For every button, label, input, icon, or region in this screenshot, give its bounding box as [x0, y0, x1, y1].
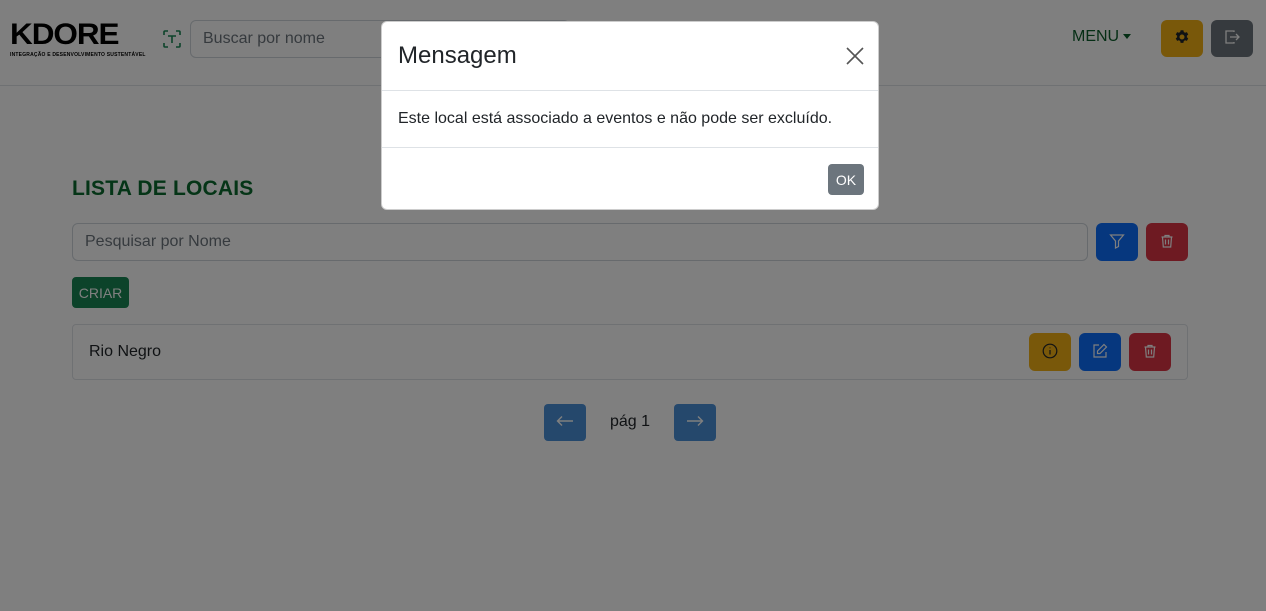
modal-close-button[interactable] [844, 46, 866, 68]
modal-header: Mensagem [382, 22, 878, 91]
message-modal: Mensagem Este local está associado a eve… [381, 21, 879, 210]
ok-button[interactable]: OK [828, 164, 864, 195]
modal-footer: OK [382, 148, 878, 210]
modal-message: Este local está associado a eventos e nã… [398, 110, 833, 127]
close-icon [845, 47, 865, 69]
modal-title: Mensagem [398, 42, 517, 69]
modal-body: Este local está associado a eventos e nã… [382, 91, 878, 148]
